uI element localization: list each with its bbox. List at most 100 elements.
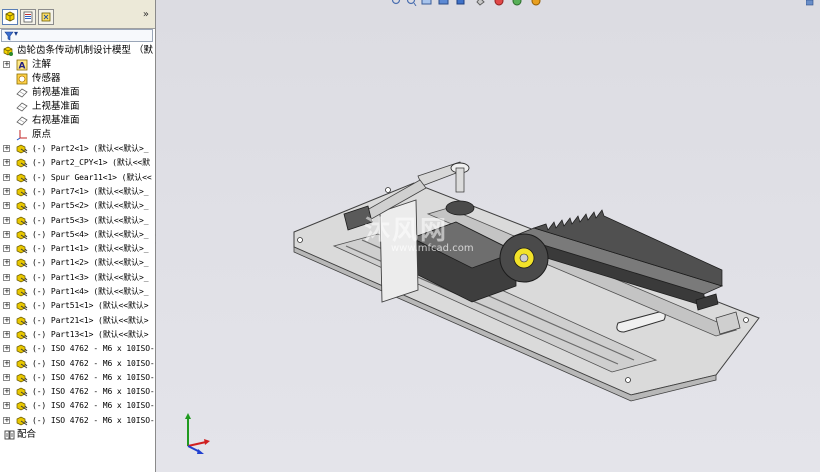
watermark-url: www.mfcad.com — [391, 243, 474, 254]
tree-root-assembly[interactable]: 齿轮齿条传动机制设计模型 （默 — [0, 44, 155, 58]
top-knob-shaft — [455, 167, 465, 193]
expand-toggle[interactable]: + — [3, 330, 10, 338]
plane-icon — [16, 88, 28, 98]
part-component-icon — [16, 230, 28, 240]
filter-icon[interactable] — [4, 30, 14, 41]
tree-item-component[interactable]: + (-) Part1<3> (默认<<默认>_ — [0, 271, 155, 285]
tree-item-component[interactable]: + (-) Part13<1> (默认<<默认> — [0, 328, 155, 342]
tree-item-component[interactable]: + (-) Part5<4> (默认<<默认>_ — [0, 228, 155, 242]
tree-item-component[interactable]: + (-) Spur Gear11<1> (默认<< — [0, 171, 155, 185]
tree-item-label: (-) Part21<1> (默认<<默认> — [32, 315, 149, 325]
tree-item-component[interactable]: + (-) Part1<4> (默认<<默认>_ — [0, 285, 155, 299]
part-component-icon — [16, 201, 28, 211]
tree-item-label: (-) Part5<3> (默认<<默认>_ — [32, 215, 149, 225]
tree-item-label: (-) Part5<4> (默认<<默认>_ — [32, 229, 149, 239]
tree-item-component[interactable]: + (-) Part21<1> (默认<<默认> — [0, 314, 155, 328]
expand-toggle[interactable]: + — [3, 230, 10, 238]
tree-item-component[interactable]: + (-) Part1<1> (默认<<默认>_ — [0, 242, 155, 256]
origin-icon — [16, 130, 27, 141]
tree-item-sensors[interactable]: 传感器 — [0, 72, 155, 86]
tree-item-label: (-) Part1<4> (默认<<默认>_ — [32, 287, 149, 296]
expand-toggle[interactable]: + — [3, 245, 10, 253]
x-axis — [187, 441, 207, 447]
tree-item-label: (-) Part13<1> (默认<<默认> — [32, 329, 149, 339]
expand-toggle[interactable]: + — [3, 173, 10, 181]
tree-item-component[interactable]: + (-) Part2<1> (默认<<默认>_ — [0, 142, 155, 156]
expand-toggle[interactable]: + — [3, 302, 10, 310]
part-component-icon — [16, 416, 28, 426]
tree-item-label: (-) Part2<1> (默认<<默认>_ — [32, 144, 149, 153]
mount-hole — [743, 317, 749, 323]
tree-item-annotations[interactable]: + A 注解 — [0, 58, 155, 72]
expand-toggle[interactable]: + — [3, 273, 10, 281]
mount-hole — [625, 377, 631, 383]
svg-text:A: A — [19, 62, 26, 72]
tree-item-label: 右视基准面 — [32, 115, 80, 126]
tree-item-component[interactable]: + (-) Part51<1> (默认<<默认> — [0, 299, 155, 313]
expand-toggle[interactable]: + — [3, 373, 10, 381]
expand-toggle[interactable]: + — [3, 416, 10, 424]
part-component-icon — [16, 216, 28, 225]
rack-and-pinion-model[interactable] — [156, 0, 820, 472]
part-component-icon — [16, 173, 28, 183]
tree-item-label: (-) ISO 4762 - M6 x 10ISO- — [32, 372, 155, 382]
tree-item-component[interactable]: + (-) Part7<1> (默认<<默认>_ — [0, 185, 155, 199]
expand-toggle[interactable]: + — [3, 202, 10, 210]
tree-item-label: (-) Part1<1> (默认<<默认>_ — [32, 244, 149, 254]
tree-item-component[interactable]: + (-) ISO 4762 - M6 x 10ISO- — [0, 399, 155, 413]
expand-toggle[interactable]: + — [3, 159, 10, 167]
tree-item-label: (-) Part1<2> (默认<<默认>_ — [32, 258, 149, 268]
tree-item-top-plane[interactable]: 上视基准面 — [0, 100, 155, 114]
tree-item-component[interactable]: + (-) Part5<2> (默认<<默认>_ — [0, 199, 155, 213]
tree-filter-bar[interactable]: ▾ — [1, 29, 153, 42]
property-manager-tab[interactable] — [20, 9, 36, 25]
expand-toggle[interactable]: + — [3, 187, 10, 195]
tree-item-component[interactable]: + (-) ISO 4762 - M6 x 10ISO- — [0, 371, 155, 385]
expand-toggle[interactable]: + — [3, 345, 10, 353]
tree-item-front-plane[interactable]: 前视基准面 — [0, 86, 155, 100]
part-component-icon — [16, 244, 28, 254]
plane-icon — [16, 116, 28, 126]
tree-item-label: 上视基准面 — [32, 101, 80, 112]
tree-item-label: 原点 — [32, 129, 52, 140]
mount-hole — [297, 237, 303, 243]
plane-icon — [16, 102, 28, 112]
expand-toggle[interactable]: + — [3, 388, 10, 396]
part-component-icon — [16, 316, 28, 326]
tree-item-origin[interactable]: 原点 — [0, 128, 155, 142]
feature-tree-icon — [5, 11, 15, 22]
tree-item-component[interactable]: + (-) ISO 4762 - M6 x 10ISO- — [0, 357, 155, 371]
tree-item-label: (-) Part1<3> (默认<<默认>_ — [32, 272, 149, 282]
tree-item-component[interactable]: + (-) ISO 4762 - M6 x 10ISO- — [0, 385, 155, 399]
expand-toggle[interactable]: + — [3, 359, 10, 367]
expand-toggle[interactable]: + — [3, 402, 10, 410]
tree-item-component[interactable]: + (-) Part2_CPY<1> (默认<<默 — [0, 156, 155, 170]
expand-toggle[interactable]: + — [3, 61, 10, 68]
expand-toggle[interactable]: + — [3, 145, 10, 152]
configuration-icon — [41, 12, 51, 22]
expand-toggle[interactable]: + — [3, 216, 10, 224]
feature-tree-tab[interactable] — [2, 9, 18, 25]
configuration-manager-tab[interactable] — [38, 9, 54, 25]
tree-item-component[interactable]: + (-) Part1<2> (默认<<默认>_ — [0, 256, 155, 270]
part-component-icon — [16, 387, 28, 397]
expand-toggle[interactable]: + — [3, 316, 10, 324]
tab-overflow-button[interactable]: » — [143, 9, 149, 20]
tree-item-label: 传感器 — [32, 73, 61, 84]
tree-item-component[interactable]: + (-) Part5<3> (默认<<默认>_ — [0, 214, 155, 228]
tree-item-label: (-) Spur Gear11<1> (默认<< — [32, 172, 152, 182]
tree-root-label: 齿轮齿条传动机制设计模型 （默 — [17, 45, 154, 56]
part-component-icon — [16, 158, 28, 168]
tree-item-component[interactable]: + (-) ISO 4762 - M6 x 10ISO- — [0, 342, 155, 356]
annotations-icon: A — [16, 59, 28, 71]
part-component-icon — [16, 344, 28, 354]
expand-toggle[interactable]: + — [3, 259, 10, 267]
part-component-icon — [16, 287, 28, 297]
tree-item-right-plane[interactable]: 右视基准面 — [0, 114, 155, 128]
tree-item-component[interactable]: + (-) ISO 4762 - M6 x 10ISO- — [0, 414, 155, 428]
spring — [445, 200, 475, 216]
tree-item-mates[interactable]: 配合 — [0, 428, 155, 442]
expand-toggle[interactable]: + — [3, 288, 10, 295]
filter-dropdown-arrow[interactable]: ▾ — [14, 29, 18, 38]
part-component-icon — [16, 301, 28, 311]
